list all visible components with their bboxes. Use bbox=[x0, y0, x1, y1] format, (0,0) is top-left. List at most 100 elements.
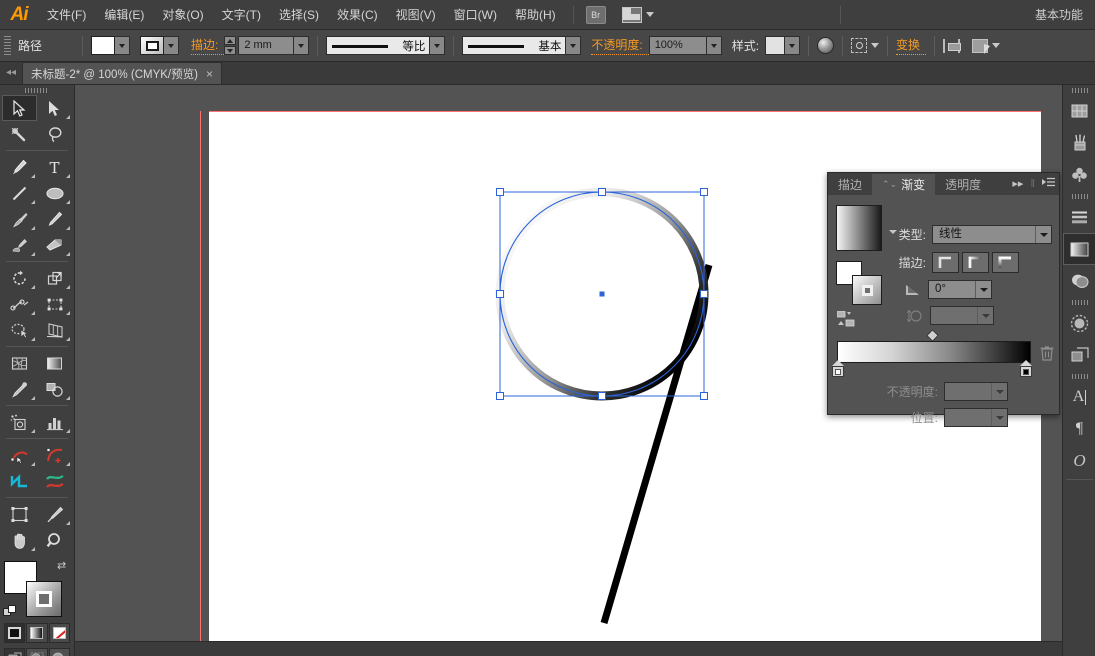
stepper-up-icon[interactable] bbox=[224, 36, 236, 45]
swap-fill-stroke-icon[interactable]: ⇄ bbox=[57, 559, 70, 572]
selection-display-button[interactable] bbox=[972, 39, 1000, 53]
ellipse-tool[interactable] bbox=[37, 180, 72, 206]
gradient-thumbnail[interactable] bbox=[836, 205, 882, 251]
gradient-aspect-input[interactable] bbox=[930, 306, 994, 325]
stroke-color-box[interactable] bbox=[26, 581, 62, 617]
menu-file[interactable]: 文件(F) bbox=[38, 0, 95, 30]
tab-transparency[interactable]: 透明度 bbox=[935, 174, 991, 195]
stroke-weight-stepper[interactable] bbox=[224, 36, 236, 55]
stroke-color-control[interactable] bbox=[140, 36, 179, 55]
gradient-stop-start[interactable] bbox=[832, 360, 844, 377]
mesh-tool[interactable] bbox=[2, 350, 37, 376]
menu-window[interactable]: 窗口(W) bbox=[445, 0, 506, 30]
gradient-opacity-input[interactable] bbox=[944, 382, 1008, 401]
solid-color-mode-button[interactable] bbox=[4, 623, 25, 643]
hand-tool[interactable] bbox=[2, 527, 37, 553]
menu-view[interactable]: 视图(V) bbox=[387, 0, 445, 30]
gradient-location-input[interactable] bbox=[944, 408, 1008, 427]
menu-type[interactable]: 文字(T) bbox=[213, 0, 270, 30]
gradient-opacity-chevron-icon[interactable] bbox=[991, 383, 1007, 400]
panel-grip[interactable]: ‖ bbox=[1030, 178, 1035, 190]
shape-builder-tool[interactable] bbox=[2, 317, 37, 343]
stroke-within-button[interactable] bbox=[932, 252, 959, 273]
color-panel-icon[interactable] bbox=[1063, 95, 1095, 127]
gradient-type-chevron-icon[interactable] bbox=[1035, 226, 1051, 243]
fill-control[interactable] bbox=[91, 36, 130, 55]
stroke-dropdown-icon[interactable] bbox=[164, 36, 179, 55]
gradient-aspect-chevron-icon[interactable] bbox=[977, 307, 993, 324]
tab-gradient[interactable]: ⌃⌄ 渐变 bbox=[872, 174, 935, 195]
rotate-tool[interactable] bbox=[2, 265, 37, 291]
stroke-along-button[interactable] bbox=[962, 252, 989, 273]
perspective-grid-tool[interactable] bbox=[37, 317, 72, 343]
gradient-angle-chevron-icon[interactable] bbox=[975, 281, 991, 298]
draw-behind-button[interactable] bbox=[26, 648, 47, 656]
default-fill-stroke-icon[interactable] bbox=[3, 605, 17, 618]
transform-label[interactable]: 变换 bbox=[896, 36, 926, 55]
fill-swatch[interactable] bbox=[91, 36, 115, 55]
arrange-documents-button[interactable] bbox=[622, 7, 654, 23]
panel-menu-icon[interactable] bbox=[1042, 177, 1055, 190]
draw-inside-button[interactable] bbox=[49, 648, 70, 656]
isolate-selected-button[interactable] bbox=[851, 38, 879, 53]
paintbrush-tool[interactable] bbox=[2, 206, 37, 232]
brush-definition[interactable]: 基本 bbox=[462, 36, 566, 55]
menu-select[interactable]: 选择(S) bbox=[270, 0, 328, 30]
smooth-wave-tool[interactable] bbox=[37, 468, 72, 494]
scale-tool[interactable] bbox=[37, 265, 72, 291]
gradient-angle-input[interactable]: 0° bbox=[928, 280, 992, 299]
document-tab[interactable]: 未标题-2* @ 100% (CMYK/预览) × bbox=[22, 62, 222, 84]
opacity-input[interactable]: 100% bbox=[649, 36, 707, 55]
style-dropdown-icon[interactable] bbox=[785, 36, 800, 55]
pencil-tool[interactable] bbox=[37, 206, 72, 232]
gradient-stroke-box[interactable] bbox=[852, 275, 882, 305]
brushes-panel-icon[interactable] bbox=[1063, 127, 1095, 159]
lasso-tool[interactable] bbox=[37, 121, 72, 147]
recolor-artwork-icon[interactable] bbox=[817, 37, 834, 54]
gradient-mode-button[interactable] bbox=[26, 623, 47, 643]
stroke-swatch[interactable] bbox=[140, 36, 164, 55]
add-anchor-point-tool[interactable] bbox=[37, 442, 72, 468]
gradient-location-chevron-icon[interactable] bbox=[991, 409, 1007, 426]
control-bar-grip[interactable] bbox=[4, 36, 11, 56]
stroke-panel-icon[interactable] bbox=[1063, 201, 1095, 233]
graphic-style-swatch[interactable] bbox=[765, 36, 785, 55]
symbol-sprayer-tool[interactable] bbox=[2, 409, 37, 435]
stroke-across-button[interactable] bbox=[992, 252, 1019, 273]
workspace-switcher[interactable]: 基本功能 bbox=[1035, 6, 1095, 23]
collapse-panel-icon[interactable]: ▸▸ bbox=[1012, 177, 1023, 190]
fill-dropdown-icon[interactable] bbox=[115, 36, 130, 55]
zoom-tool[interactable] bbox=[37, 527, 72, 553]
gradient-panel[interactable]: 描边 ⌃⌄ 渐变 透明度 ▸▸ ‖ bbox=[827, 172, 1060, 415]
transparency-panel-icon[interactable] bbox=[1063, 265, 1095, 297]
dock-grip-top[interactable] bbox=[1063, 85, 1095, 95]
opacity-dropdown-icon[interactable] bbox=[707, 36, 722, 55]
eraser-tool[interactable] bbox=[37, 232, 72, 258]
appearance-panel-icon[interactable] bbox=[1063, 307, 1095, 339]
gradient-slider-track[interactable] bbox=[837, 341, 1031, 363]
line-segment-tool[interactable] bbox=[2, 180, 37, 206]
menu-object[interactable]: 对象(O) bbox=[153, 0, 212, 30]
stroke-weight-dropdown-icon[interactable] bbox=[294, 36, 309, 55]
pen-tool[interactable] bbox=[2, 154, 37, 180]
selection-tool[interactable] bbox=[2, 95, 37, 121]
horizontal-scrollbar[interactable] bbox=[75, 641, 1095, 656]
zigzag-path-tool[interactable] bbox=[2, 468, 37, 494]
delete-stop-icon[interactable] bbox=[1040, 345, 1054, 361]
slice-tool[interactable] bbox=[37, 501, 72, 527]
blob-brush-tool[interactable] bbox=[2, 232, 37, 258]
menu-effect[interactable]: 效果(C) bbox=[328, 0, 387, 30]
menu-help[interactable]: 帮助(H) bbox=[506, 0, 565, 30]
symbols-panel-icon[interactable] bbox=[1063, 159, 1095, 191]
close-icon[interactable]: × bbox=[206, 67, 213, 81]
reverse-gradient-icon[interactable] bbox=[837, 311, 861, 328]
character-panel-icon[interactable]: A bbox=[1063, 381, 1095, 413]
opacity-label[interactable]: 不透明度: bbox=[591, 36, 648, 55]
gradient-midpoint-handle[interactable] bbox=[926, 329, 939, 342]
tab-stroke[interactable]: 描边 bbox=[828, 174, 872, 195]
type-tool[interactable]: T bbox=[37, 154, 72, 180]
glyphs-panel-icon[interactable]: O bbox=[1063, 445, 1095, 477]
brush-dropdown-icon[interactable] bbox=[566, 36, 581, 55]
column-graph-tool[interactable] bbox=[37, 409, 72, 435]
paragraph-panel-icon[interactable]: ¶ bbox=[1063, 413, 1095, 445]
